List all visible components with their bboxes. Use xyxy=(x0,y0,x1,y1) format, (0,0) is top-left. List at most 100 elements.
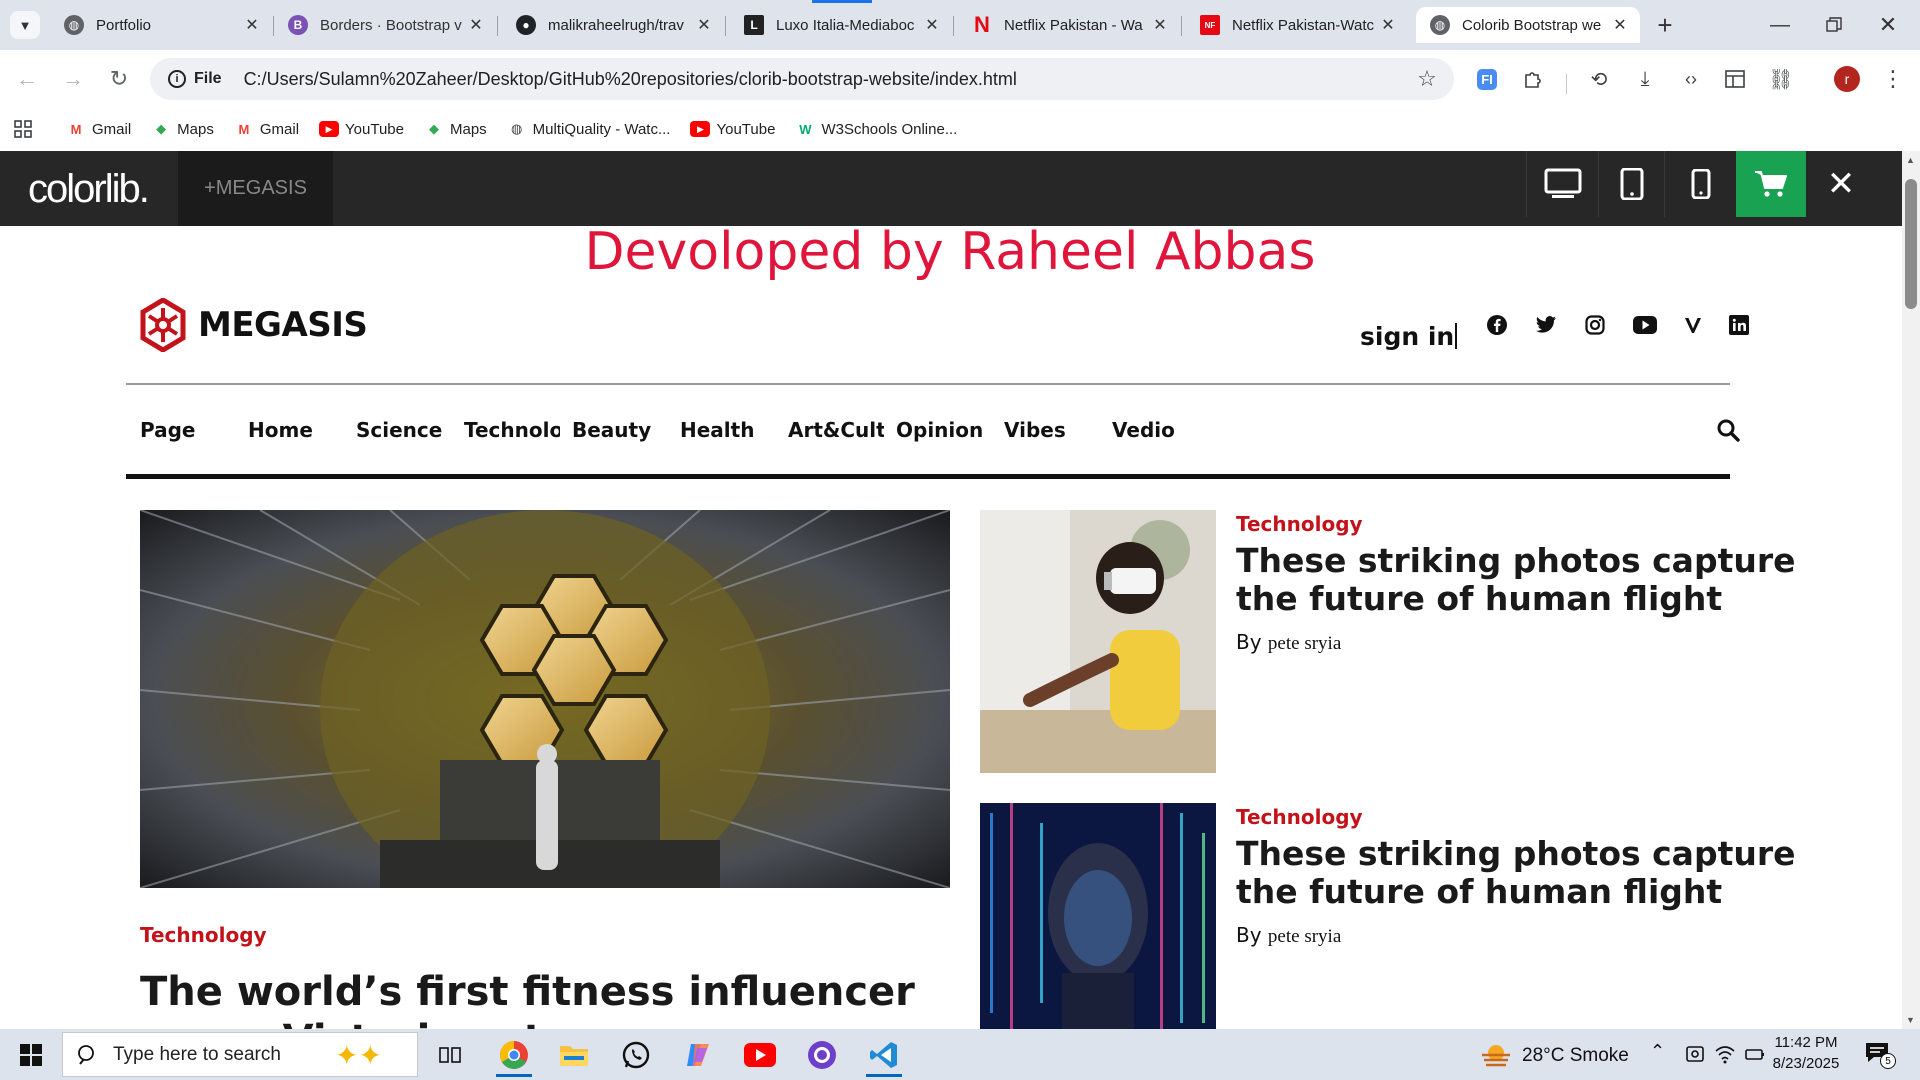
tray-chevron-icon[interactable]: ⌃ xyxy=(1650,1041,1665,1062)
tab-netflix-2[interactable]: NF Netflix Pakistan-Watc ✕ xyxy=(1186,7,1408,43)
extension-fi-icon[interactable]: FI xyxy=(1472,64,1502,94)
tab-search-icon[interactable] xyxy=(1720,64,1750,94)
link-icon[interactable]: ⛓ xyxy=(1766,64,1796,94)
youtube-icon[interactable] xyxy=(1630,310,1660,340)
tab-close-icon[interactable]: ✕ xyxy=(1378,15,1398,35)
bookmark-gmail[interactable]: M Gmail xyxy=(66,121,132,138)
tab-close-icon[interactable]: ✕ xyxy=(242,15,262,35)
network-icon[interactable] xyxy=(1714,1043,1738,1067)
colorlib-logo[interactable]: colorlib. xyxy=(28,167,150,212)
tab-colorlib-active[interactable]: ◍ Colorib Bootstrap we ✕ xyxy=(1416,7,1640,43)
bookmark-youtube[interactable]: ▶ YouTube xyxy=(319,121,404,138)
tablet-view-icon[interactable] xyxy=(1598,151,1664,217)
back-arrow-icon[interactable]: ← xyxy=(12,64,42,94)
download-icon[interactable]: ⤓ xyxy=(1630,64,1660,94)
demo-close-button[interactable]: ✕ xyxy=(1806,151,1876,217)
bookmark-maps[interactable]: ◆ Maps xyxy=(151,121,214,138)
minimize-icon[interactable]: — xyxy=(1760,10,1800,40)
tab-netflix-1[interactable]: N Netflix Pakistan - Wa ✕ xyxy=(958,7,1180,43)
reload-icon[interactable]: ↻ xyxy=(104,64,134,94)
cart-button[interactable] xyxy=(1736,151,1806,217)
tab-close-icon[interactable]: ✕ xyxy=(1150,15,1170,35)
restore-icon[interactable] xyxy=(1814,10,1854,40)
side-story-headline[interactable]: These striking photos capture the future… xyxy=(1236,542,1796,618)
vimeo-icon[interactable] xyxy=(1678,310,1708,340)
devtools-code-icon[interactable]: ‹› xyxy=(1676,64,1706,94)
linkedin-icon[interactable] xyxy=(1724,310,1754,340)
bookmark-youtube[interactable]: ▶ YouTube xyxy=(690,121,775,138)
address-bar[interactable]: i File C:/Users/Sulamn%20Zaheer/Desktop/… xyxy=(150,58,1454,100)
scroll-up-icon[interactable]: ▲ xyxy=(1906,155,1915,165)
side-story-image-digital[interactable] xyxy=(980,803,1216,1029)
window-close-icon[interactable]: ✕ xyxy=(1868,10,1908,40)
tab-search-dropdown-icon[interactable]: ▼ xyxy=(10,11,40,39)
mobile-view-icon[interactable] xyxy=(1664,151,1736,217)
tab-luxo-italia[interactable]: L Luxo Italia-Mediaboc ✕ xyxy=(730,7,952,43)
author-name[interactable]: pete sryia xyxy=(1268,633,1341,654)
desktop-view-icon[interactable] xyxy=(1526,151,1598,217)
nav-opinion[interactable]: Opinion xyxy=(896,418,983,442)
youtube-app-icon[interactable] xyxy=(736,1033,784,1077)
search-icon[interactable] xyxy=(1708,410,1748,450)
author-name[interactable]: pete sryia xyxy=(1268,926,1341,947)
nav-health[interactable]: Health xyxy=(680,418,754,442)
apps-grid-icon[interactable] xyxy=(14,120,32,138)
bookmark-gmail[interactable]: M Gmail xyxy=(234,121,299,138)
profile-avatar[interactable]: r xyxy=(1832,64,1862,94)
bookmark-maps[interactable]: ◆ Maps xyxy=(424,121,487,138)
tab-github[interactable]: ● malikraheelrugh/trav ✕ xyxy=(502,7,724,43)
nav-art-culture[interactable]: Art&Culture xyxy=(788,418,884,442)
nav-vibes[interactable]: Vibes xyxy=(1004,418,1066,442)
side-story-category[interactable]: Technology xyxy=(1236,805,1363,829)
weather-widget[interactable]: 28°C Smoke xyxy=(1480,1043,1629,1069)
tab-close-icon[interactable]: ✕ xyxy=(922,15,942,35)
nav-science[interactable]: Science xyxy=(356,418,442,442)
address-url[interactable]: C:/Users/Sulamn%20Zaheer/Desktop/GitHub%… xyxy=(244,69,1017,90)
scroll-down-icon[interactable]: ▼ xyxy=(1906,1015,1915,1025)
system-clock[interactable]: 11:42 PM 8/23/2025 xyxy=(1760,1032,1852,1074)
whatsapp-icon[interactable] xyxy=(612,1033,660,1077)
bookmark-multiquality[interactable]: ◍ MultiQuality - Watc... xyxy=(507,121,670,138)
side-story-category[interactable]: Technology xyxy=(1236,512,1363,536)
tab-close-icon[interactable]: ✕ xyxy=(694,15,714,35)
forward-arrow-icon[interactable]: → xyxy=(58,64,88,94)
vscode-icon[interactable] xyxy=(860,1033,908,1077)
tab-close-icon[interactable]: ✕ xyxy=(466,15,486,35)
site-logo[interactable]: MEGASIS xyxy=(140,298,368,352)
tab-portfolio[interactable]: ◍ Portfolio ✕ xyxy=(50,7,272,43)
bookmark-w3schools[interactable]: W W3Schools Online... xyxy=(795,121,957,138)
windows-start-icon[interactable] xyxy=(0,1029,62,1080)
scrollbar-thumb[interactable] xyxy=(1905,179,1917,309)
bookmark-star-icon[interactable]: ☆ xyxy=(1412,64,1442,94)
history-icon[interactable]: ⟲ xyxy=(1584,64,1614,94)
new-tab-button[interactable]: + xyxy=(1650,10,1680,40)
nav-vedio[interactable]: Vedio xyxy=(1112,418,1175,442)
facebook-icon[interactable] xyxy=(1482,310,1512,340)
file-explorer-icon[interactable] xyxy=(550,1033,598,1077)
twitter-icon[interactable] xyxy=(1531,310,1561,340)
github-desktop-icon[interactable] xyxy=(798,1033,846,1077)
nav-page[interactable]: Page xyxy=(140,418,196,442)
taskbar-search-box[interactable]: Type here to search ✦✦ xyxy=(62,1032,418,1077)
site-info-chip[interactable]: i File xyxy=(160,64,230,94)
main-story-image[interactable] xyxy=(140,510,950,888)
more-menu-icon[interactable]: ⋮ xyxy=(1878,64,1908,94)
side-story-headline[interactable]: These striking photos capture the future… xyxy=(1236,835,1796,911)
tab-close-icon[interactable]: ✕ xyxy=(1610,15,1630,35)
instagram-icon[interactable] xyxy=(1580,310,1610,340)
sign-in-link[interactable]: sign in xyxy=(1360,322,1458,351)
copilot-icon[interactable] xyxy=(674,1033,722,1077)
extensions-puzzle-icon[interactable] xyxy=(1518,64,1548,94)
task-view-icon[interactable] xyxy=(426,1033,474,1077)
meet-now-icon[interactable] xyxy=(1684,1043,1708,1067)
side-story-image-vr[interactable] xyxy=(980,510,1216,773)
page-scrollbar[interactable]: ▲ ▼ xyxy=(1902,151,1920,1029)
nav-technology[interactable]: Technology xyxy=(464,418,560,442)
nav-home[interactable]: Home xyxy=(248,418,313,442)
notification-center-icon[interactable]: 5 xyxy=(1864,1041,1898,1071)
chrome-icon[interactable] xyxy=(490,1033,538,1077)
product-selector[interactable]: +MEGASIS xyxy=(178,151,333,226)
tab-bootstrap-borders[interactable]: B Borders · Bootstrap v ✕ xyxy=(274,7,496,43)
main-story-headline[interactable]: The world’s first fitness influencer was… xyxy=(140,968,950,1029)
nav-beauty[interactable]: Beauty xyxy=(572,418,651,442)
